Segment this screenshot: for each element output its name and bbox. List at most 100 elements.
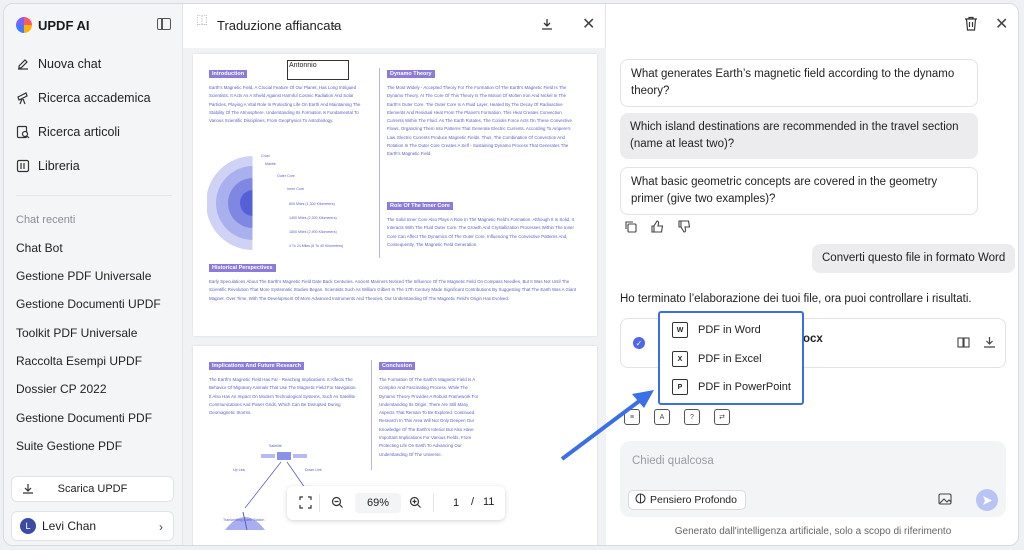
message-actions [624,220,691,238]
check-icon: ✓ [633,337,645,349]
recent-chat-item[interactable]: Chat Bot [16,241,63,255]
summarize-icon[interactable]: ≡ [624,409,640,425]
ai-disclaimer: Generato dall'intelligenza artificiale, … [674,526,952,537]
diagram-label: Down Link [305,468,322,472]
recent-chat-item[interactable]: Raccolta Esempi UPDF [16,354,142,368]
diagram-label: 4 To 24 Miles (6 To 40 Kilometers) [289,244,344,248]
ai-chat-panel: ✕ What generates Earth’s magnetic field … [606,4,1018,545]
suggested-question[interactable]: What generates Earth’s magnetic field ac… [620,59,978,107]
sidebar-toggle-icon[interactable] [157,18,171,30]
page-separator: / [471,496,475,508]
translate-icon[interactable]: A [654,409,670,425]
suggested-question[interactable]: What basic geometric concepts are covere… [620,167,978,215]
chevron-down-icon[interactable]: ⌄ [329,16,339,30]
download-icon [22,483,34,498]
document-toolbar: 69% 1 / 11 [287,486,505,520]
search-doc-icon [16,125,30,139]
section-heading: Dynamo Theory [387,70,435,78]
brain-icon [635,493,646,507]
excel-icon: X [672,351,688,367]
section-text: Earth's Magnetic Field, A Crucial Featur… [209,85,361,124]
trash-icon[interactable] [964,16,978,36]
nav-new-chat[interactable]: Nuova chat [16,57,101,71]
divider [433,494,434,512]
column-divider [379,68,380,258]
library-icon [16,159,30,173]
nav-academic-search[interactable]: Ricerca accademica [16,91,151,105]
diagram-label: Up Link [233,468,246,472]
updf-logo-icon [16,17,32,33]
menu-item-pdf-to-powerpoint[interactable]: P PDF in PowerPoint [672,379,791,395]
section-heading: Implications And Future Research [209,362,305,370]
telescope-icon [16,91,30,105]
chat-input[interactable]: Chiedi qualcosa Pensiero Profondo [620,441,1006,517]
chat-input-placeholder: Chiedi qualcosa [632,455,714,467]
document-viewer[interactable]: Antonnio Introduction Earth's Magnetic F… [183,48,607,545]
edit-icon [16,57,30,71]
image-upload-icon[interactable] [938,492,952,511]
sidebar: UPDF AI Nuova chat Ricerca accademica Ri… [4,4,182,545]
diagram-label: Outer Core [277,174,295,178]
powerpoint-icon: P [672,379,688,395]
page-number-input[interactable]: 1 [443,493,469,513]
explain-icon[interactable]: ? [684,409,700,425]
diagram-label: 1400 Miles (2,300 Kilometers) [289,216,337,220]
user-profile[interactable]: L Levi Chan › [11,511,174,541]
diagram-label: 800 Miles (1,300 Kilometers) [289,202,335,206]
file-name: ocx [803,333,823,345]
recent-chat-item[interactable]: Gestione Documenti UPDF [16,297,161,311]
nav-label: Libreria [38,159,80,173]
copy-icon[interactable] [624,220,637,238]
nav-library[interactable]: Libreria [16,159,80,173]
recent-chat-item[interactable]: Suite Gestione PDF [16,439,122,453]
recent-chat-item[interactable]: Toolkit PDF Universale [16,326,137,340]
nav-article-search[interactable]: Ricerca articoli [16,125,120,139]
fit-page-icon[interactable] [299,496,312,512]
chevron-right-icon: › [159,520,163,534]
zoom-in-icon[interactable] [409,496,422,512]
deep-thinking-toggle[interactable]: Pensiero Profondo [628,490,746,510]
download-label: Scarica UPDF [57,483,128,495]
close-icon[interactable]: ✕ [995,14,1008,34]
diagram-label: 1800 Miles (2,900 Kilometers) [289,230,337,234]
recent-chat-item[interactable]: Dossier CP 2022 [16,382,107,396]
menu-item-pdf-to-word[interactable]: W PDF in Word [672,322,761,338]
menu-item-label: PDF in Word [698,324,761,336]
user-message: Converti questo file in formato Word [812,244,1016,273]
nav-label: Ricerca accademica [38,91,151,105]
pdf-page: Antonnio Introduction Earth's Magnetic F… [193,54,597,336]
divider [319,494,320,512]
diagram-label: Transmitting Earth Station [223,518,265,522]
thumbs-down-icon[interactable] [678,220,691,238]
nav-label: Nuova chat [38,57,102,71]
annotation-box[interactable]: Antonnio [287,60,349,80]
assistant-reply: Ho terminato l’elaborazione dei tuoi fil… [620,293,972,305]
convert-icon[interactable]: ⇄ [714,409,730,425]
section-text: The Most Widely - Accepted Theory For Th… [387,85,572,157]
word-icon: W [672,322,688,338]
close-icon[interactable]: ✕ [582,14,595,34]
brand: UPDF AI [16,17,90,33]
send-button[interactable] [976,489,998,511]
zoom-out-icon[interactable] [331,496,344,512]
recent-chat-item[interactable]: Gestione PDF Universale [16,269,151,283]
compare-icon[interactable] [957,336,970,354]
send-icon [982,495,992,505]
earth-layers-diagram [207,156,254,250]
download-icon[interactable] [540,17,554,36]
column-divider [371,360,372,470]
document-mode-title[interactable]: Traduzione affiancata [217,18,341,33]
annotation-text: Antonnio [289,62,317,69]
section-heading: Conclusion [379,362,415,370]
menu-item-label: PDF in Excel [698,353,762,365]
thumbs-up-icon[interactable] [651,220,664,238]
download-icon[interactable] [983,336,996,354]
download-updf-button[interactable]: Scarica UPDF [11,476,174,502]
section-heading: Historical Perspectives [209,264,276,272]
diagram-label: Inner Core [287,187,304,191]
recent-chat-item[interactable]: Gestione Documenti PDF [16,411,152,425]
brand-name: UPDF AI [38,17,90,33]
menu-item-pdf-to-excel[interactable]: X PDF in Excel [672,351,762,367]
zoom-level[interactable]: 69% [355,493,401,513]
suggested-question[interactable]: Which island destinations are recommende… [620,113,978,159]
